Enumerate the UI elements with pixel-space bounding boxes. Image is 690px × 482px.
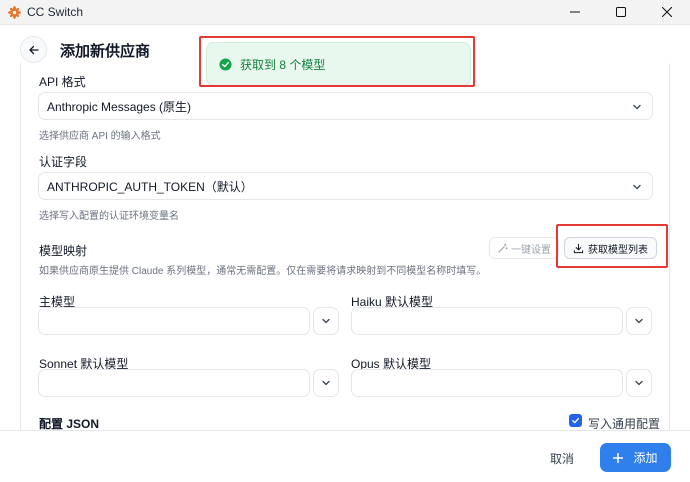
auth-field-label: 认证字段 <box>39 155 88 169</box>
minimize-icon <box>570 11 580 13</box>
app-window: 添加新供应商 API 格式 Anthropic Messages (原生) 选择… <box>0 24 690 482</box>
auth-field-select[interactable]: ANTHROPIC_AUTH_TOKEN（默认） <box>38 172 653 200</box>
plus-icon <box>613 452 624 463</box>
dialog-footer: 取消 添加 <box>0 430 690 482</box>
haiku-model-dropdown-button[interactable] <box>626 307 652 335</box>
auto-setup-label: 一键设置 <box>511 244 551 256</box>
sonnet-model-input[interactable] <box>38 369 310 397</box>
toast-message: 获取到 8 个模型 <box>240 57 326 72</box>
fetch-models-label: 获取模型列表 <box>588 244 648 256</box>
checkmark-icon <box>572 417 580 424</box>
sonnet-model-dropdown-button[interactable] <box>313 369 339 397</box>
chevron-down-icon <box>322 380 330 386</box>
auth-field-hint: 选择写入配置的认证环境变量名 <box>39 211 179 222</box>
add-button-label: 添加 <box>633 451 658 465</box>
chevron-down-icon <box>322 318 330 324</box>
chevron-down-icon <box>633 104 641 110</box>
model-mapping-hint: 如果供应商原生提供 Claude 系列模型，通常无需配置。仅在需要将请求映射到不… <box>39 266 487 277</box>
auth-field-value: ANTHROPIC_AUTH_TOKEN（默认） <box>47 179 253 194</box>
auto-setup-button[interactable]: 一键设置 <box>489 237 559 259</box>
haiku-model-input[interactable] <box>351 307 623 335</box>
main-model-input[interactable] <box>38 307 310 335</box>
write-common-label: 写入通用配置 <box>588 417 661 431</box>
window-titlebar: CC Switch <box>0 0 690 24</box>
maximize-button[interactable] <box>598 0 644 24</box>
main-model-dropdown-button[interactable] <box>313 307 339 335</box>
page-title: 添加新供应商 <box>60 43 151 60</box>
magic-wand-icon <box>498 243 508 253</box>
config-json-label: 配置 JSON <box>39 417 100 431</box>
fetch-models-button[interactable]: 获取模型列表 <box>564 237 657 259</box>
api-format-select[interactable]: Anthropic Messages (原生) <box>38 92 653 120</box>
api-format-value: Anthropic Messages (原生) <box>47 99 192 114</box>
chevron-down-icon <box>635 318 643 324</box>
close-icon <box>662 7 672 17</box>
window-title: CC Switch <box>27 5 84 19</box>
minimize-button[interactable] <box>552 0 598 24</box>
window-controls <box>552 0 690 24</box>
api-format-hint: 选择供应商 API 的输入格式 <box>39 131 161 142</box>
form-scroll-area[interactable]: API 格式 Anthropic Messages (原生) 选择供应商 API… <box>20 63 670 431</box>
back-button[interactable] <box>20 36 47 63</box>
api-format-label: API 格式 <box>39 75 86 89</box>
model-mapping-label: 模型映射 <box>39 244 88 258</box>
opus-model-input[interactable] <box>351 369 623 397</box>
arrow-left-icon <box>28 45 39 54</box>
download-icon <box>573 243 584 253</box>
success-toast: 获取到 8 个模型 <box>206 42 471 86</box>
cancel-button[interactable]: 取消 <box>546 448 578 469</box>
close-window-button[interactable] <box>644 0 690 24</box>
write-common-checkbox[interactable] <box>569 414 582 427</box>
add-button[interactable]: 添加 <box>600 443 671 472</box>
opus-model-dropdown-button[interactable] <box>626 369 652 397</box>
chevron-down-icon <box>633 184 641 190</box>
check-circle-icon <box>219 57 232 71</box>
maximize-icon <box>616 7 626 17</box>
chevron-down-icon <box>635 380 643 386</box>
app-logo-icon <box>7 5 21 19</box>
